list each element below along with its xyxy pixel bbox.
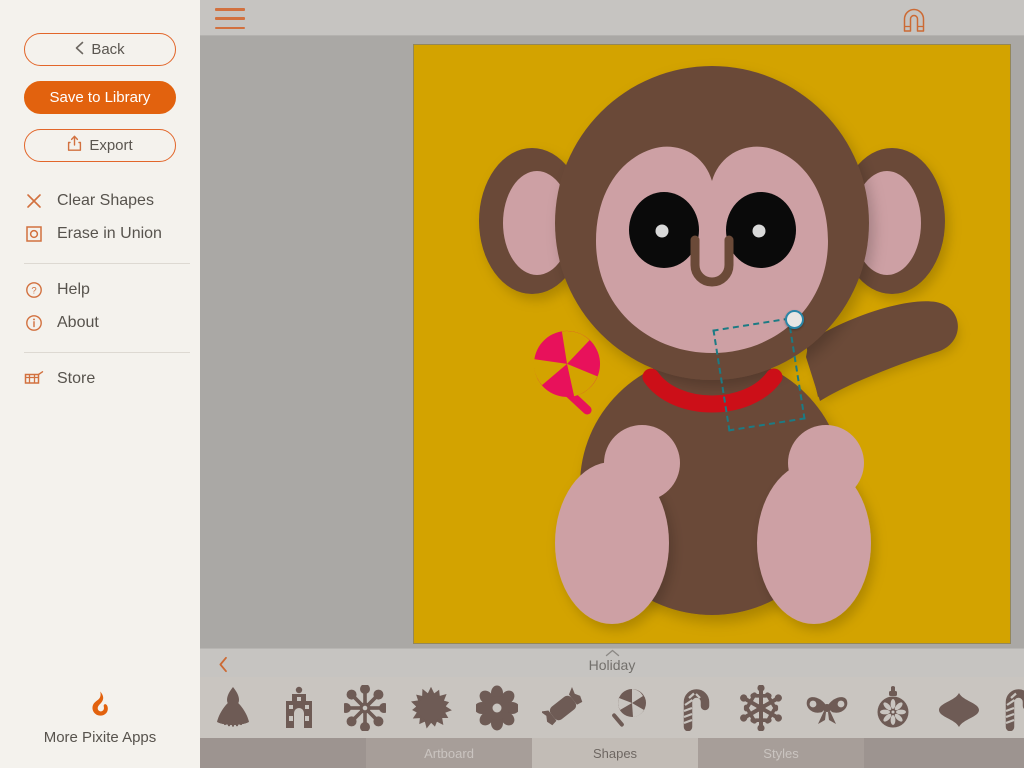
tab-artboard[interactable]: Artboard	[366, 738, 532, 768]
left-sidebar: Back Save to Library Export Clear Shapes	[0, 0, 200, 768]
more-pixite-apps-button[interactable]: More Pixite Apps	[0, 690, 200, 746]
chevron-left-icon	[75, 41, 84, 59]
menu-item-erase-in-union[interactable]: Erase in Union	[24, 217, 176, 250]
shape-flower-gear[interactable]	[464, 677, 530, 738]
menu-item-store[interactable]: Store	[24, 362, 176, 395]
shape-candy-cane[interactable]	[662, 677, 728, 738]
menu-item-help[interactable]: ? Help	[24, 273, 176, 306]
shape-snowflake[interactable]	[728, 677, 794, 738]
shopping-cart-icon	[24, 369, 44, 389]
menu-item-clear-shapes-label: Clear Shapes	[57, 191, 154, 209]
shape-palette-strip[interactable]	[200, 677, 1024, 738]
shape-candy-cane-partial[interactable]	[992, 677, 1024, 738]
tab-styles[interactable]: Styles	[698, 738, 864, 768]
hamburger-menu-icon[interactable]	[213, 6, 247, 31]
shape-drawer-header: Holiday	[200, 648, 1024, 677]
shape-category-toggle[interactable]: Holiday	[200, 649, 1024, 678]
tab-artboard-label: Artboard	[424, 745, 474, 761]
monkey-left-hand	[604, 425, 680, 501]
more-pixite-apps-label: More Pixite Apps	[43, 729, 157, 746]
monkey-left-eye-glint	[655, 224, 669, 238]
save-to-library-label: Save to Library	[49, 89, 151, 106]
canvas-workspace[interactable]	[200, 36, 1024, 648]
bottom-tab-bar: Artboard Shapes Styles	[200, 738, 1024, 768]
drawer-back-chevron-icon[interactable]	[212, 653, 234, 675]
menu-item-about[interactable]: About	[24, 306, 176, 339]
rotation-handle[interactable]	[785, 310, 804, 329]
monkey-artwork	[479, 66, 958, 624]
chevron-up-icon	[605, 649, 620, 657]
info-circle-icon	[24, 313, 44, 333]
top-toolbar	[200, 0, 1024, 36]
tab-spacer-right	[864, 738, 1024, 768]
monkey-right-hand	[788, 425, 864, 501]
menu-item-erase-in-union-label: Erase in Union	[57, 224, 162, 242]
close-x-icon	[24, 191, 44, 211]
question-circle-icon: ?	[24, 280, 44, 300]
pixite-flame-logo	[89, 690, 111, 723]
tab-styles-label: Styles	[763, 745, 799, 761]
export-button[interactable]: Export	[24, 129, 176, 162]
tab-shapes[interactable]: Shapes	[532, 738, 698, 768]
shape-starburst[interactable]	[398, 677, 464, 738]
export-button-label: Export	[89, 137, 133, 154]
menu-item-clear-shapes[interactable]: Clear Shapes	[24, 184, 176, 217]
shape-angel[interactable]	[200, 677, 266, 738]
svg-text:?: ?	[31, 285, 36, 296]
sidebar-menu: Clear Shapes Erase in Union ? Help About…	[24, 184, 190, 395]
magnet-snap-icon[interactable]	[897, 4, 931, 34]
menu-item-store-label: Store	[57, 369, 96, 387]
lollipop-shape[interactable]	[529, 326, 608, 423]
artboard-canvas[interactable]	[414, 45, 1010, 643]
sidebar-divider-2	[24, 352, 190, 353]
sidebar-divider-1	[24, 263, 190, 264]
shape-ornament-round[interactable]	[860, 677, 926, 738]
menu-item-about-label: About	[57, 313, 99, 331]
shape-bow[interactable]	[794, 677, 860, 738]
menu-item-help-label: Help	[57, 280, 90, 298]
back-button[interactable]: Back	[24, 33, 176, 66]
shape-church[interactable]	[266, 677, 332, 738]
tab-spacer-left	[200, 738, 366, 768]
shape-pinwheel-lollipop[interactable]	[596, 677, 662, 738]
shape-ornament-teardrop[interactable]	[926, 677, 992, 738]
app-root: Back Save to Library Export Clear Shapes	[0, 0, 1024, 768]
shape-snowflake-star[interactable]	[332, 677, 398, 738]
shape-category-title: Holiday	[588, 657, 636, 673]
share-upload-icon	[67, 135, 82, 156]
back-button-label: Back	[91, 41, 125, 58]
erase-union-icon	[24, 224, 44, 244]
save-to-library-button[interactable]: Save to Library	[24, 81, 176, 114]
monkey-right-eye-glint	[752, 224, 766, 238]
shape-wrapped-candy[interactable]	[530, 677, 596, 738]
tab-shapes-label: Shapes	[592, 745, 638, 761]
